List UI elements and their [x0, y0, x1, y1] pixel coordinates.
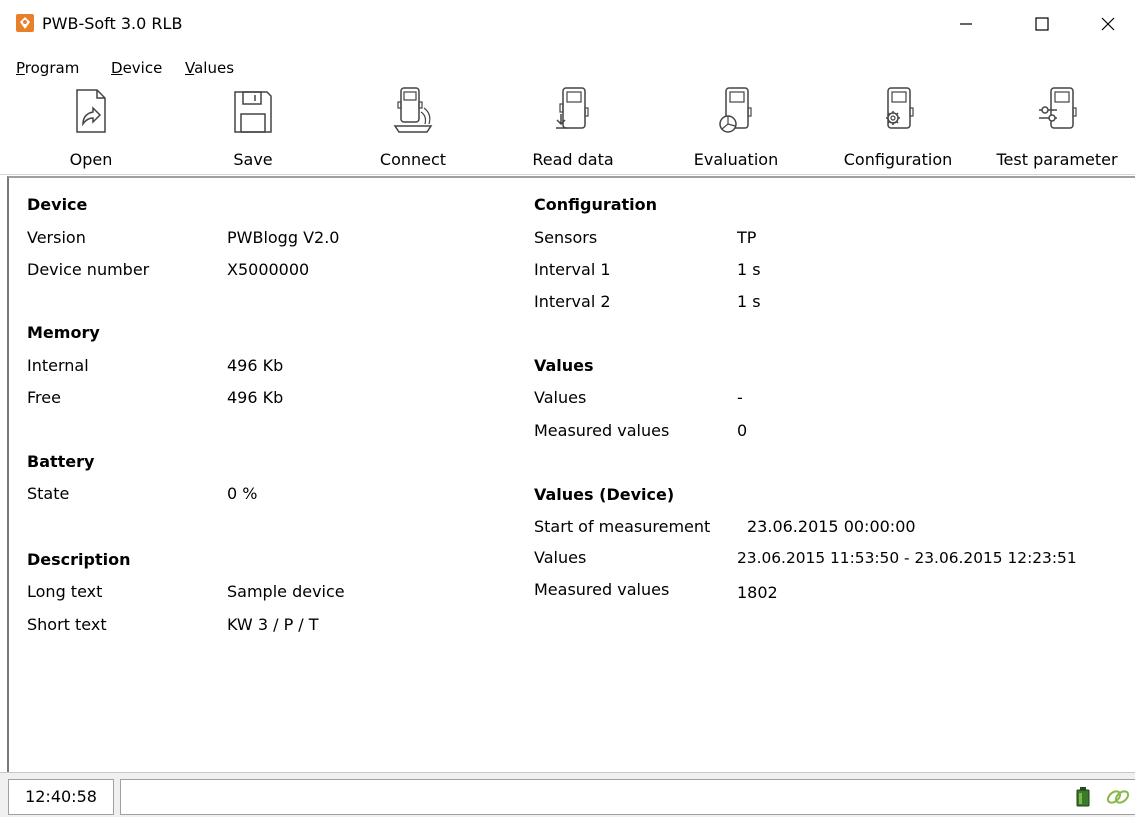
save-button[interactable]: Save: [200, 86, 306, 172]
battery-icon: [1076, 787, 1090, 807]
measured-values-label: Measured values: [534, 421, 670, 440]
test-parameter-button[interactable]: Test parameter: [984, 86, 1130, 172]
read-data-label: Read data: [532, 150, 614, 169]
sensors-value: TP: [737, 228, 757, 247]
values-label: Values: [534, 388, 587, 407]
title-bar[interactable]: PWB-Soft 3.0 RLB: [0, 0, 1135, 54]
sensors-label: Sensors: [534, 228, 598, 247]
device-sliders-icon: [1039, 87, 1077, 129]
toolbar: Open Save Connect Read data Evaluation C…: [0, 80, 1135, 175]
start-of-measurement-label: Start of measurement: [534, 517, 711, 536]
menu-values[interactable]: Values: [185, 58, 234, 78]
free-label: Free: [27, 388, 61, 407]
menu-device-rest: evice: [122, 59, 163, 77]
window-title: PWB-Soft 3.0 RLB: [42, 14, 183, 33]
maximize-button[interactable]: [1019, 8, 1065, 40]
app-logo-icon: [16, 14, 34, 32]
version-label: Version: [27, 228, 86, 247]
menu-bar: Program Device Values: [0, 54, 1135, 80]
floppy-disk-icon: [234, 91, 272, 133]
free-value: 496 Kb: [227, 388, 284, 407]
device-number-label: Device number: [27, 260, 150, 279]
menu-program-accel: P: [16, 59, 25, 77]
interval-2-label: Interval 2: [534, 292, 611, 311]
test-parameter-label: Test parameter: [996, 150, 1118, 169]
evaluation-button[interactable]: Evaluation: [680, 86, 792, 172]
device-values-range: 23.06.2015 11:53:50 - 23.06.2015 12:23:5…: [737, 549, 1077, 567]
open-file-icon: [76, 89, 106, 133]
device-section-title: Device: [27, 195, 88, 214]
description-section-title: Description: [27, 550, 131, 569]
battery-section-title: Battery: [27, 452, 95, 471]
state-label: State: [27, 484, 70, 503]
connect-button[interactable]: Connect: [360, 86, 466, 172]
device-gear-icon: [886, 87, 914, 129]
open-button[interactable]: Open: [38, 86, 144, 172]
menu-device[interactable]: Device: [111, 58, 162, 78]
menu-program[interactable]: Program: [16, 58, 79, 78]
measured-values-value: 0: [737, 421, 748, 440]
device-values-label: Values: [534, 548, 587, 567]
internal-label: Internal: [27, 356, 89, 375]
device-download-icon: [556, 87, 589, 129]
status-message-field: [120, 779, 1135, 815]
status-clock: 12:40:58: [8, 779, 114, 815]
status-bar: 12:40:58: [0, 772, 1135, 817]
app-window: PWB-Soft 3.0 RLB Program Device Values O…: [0, 0, 1135, 817]
values-section-title: Values: [534, 356, 594, 375]
long-text-label: Long text: [27, 582, 103, 601]
minimize-button[interactable]: [943, 8, 989, 40]
configuration-section-title: Configuration: [534, 195, 658, 214]
internal-value: 496 Kb: [227, 356, 284, 375]
menu-values-rest: alues: [194, 59, 235, 77]
read-data-button[interactable]: Read data: [520, 86, 626, 172]
menu-program-rest: rogram: [24, 59, 80, 77]
configuration-button[interactable]: Configuration: [834, 86, 962, 172]
evaluation-label: Evaluation: [693, 150, 779, 169]
short-text-label: Short text: [27, 615, 107, 634]
device-chart-icon: [719, 87, 752, 133]
close-button[interactable]: [1085, 8, 1131, 40]
save-label: Save: [233, 150, 273, 169]
interval-1-value: 1 s: [737, 260, 761, 279]
short-text-value: KW 3 / P / T: [227, 615, 319, 634]
menu-device-accel: D: [111, 59, 123, 77]
interval-2-value: 1 s: [737, 292, 761, 311]
device-measured-values-label: Measured values: [534, 580, 670, 599]
device-connect-icon: [393, 87, 433, 133]
link-icon: [1106, 790, 1130, 804]
menu-values-accel: V: [185, 59, 195, 77]
device-number-value: X5000000: [227, 260, 310, 279]
interval-1-label: Interval 1: [534, 260, 611, 279]
long-text-value: Sample device: [227, 582, 345, 601]
device-info-panel: Device Version PWBlogg V2.0 Device numbe…: [7, 176, 1135, 772]
values-value: -: [737, 388, 743, 407]
version-value: PWBlogg V2.0: [227, 228, 340, 247]
memory-section-title: Memory: [27, 323, 100, 342]
device-measured-values-value: 1802: [737, 583, 778, 602]
connect-label: Connect: [379, 150, 447, 169]
minimize-icon: [960, 23, 972, 25]
close-icon: [1101, 17, 1115, 31]
maximize-icon: [1035, 17, 1049, 31]
start-of-measurement-value: 23.06.2015 00:00:00: [747, 517, 916, 536]
configuration-label: Configuration: [843, 150, 953, 169]
open-label: Open: [69, 150, 113, 169]
values-device-section-title: Values (Device): [534, 485, 675, 504]
state-value: 0 %: [227, 484, 258, 503]
